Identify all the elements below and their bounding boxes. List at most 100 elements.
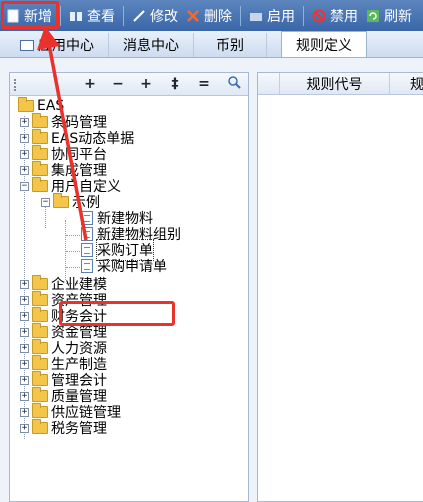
expand-icon[interactable]: + [20,423,29,433]
grip-handle[interactable] [14,79,18,91]
tab-bar: 应用中心 消息中心 币别 规则定义 [0,31,423,58]
tree-node-label: 税务管理 [51,421,107,437]
refresh-button[interactable]: 刷新 [362,3,416,28]
expand-icon[interactable]: + [20,407,29,417]
enable-icon [249,8,263,23]
tab-rule-definition[interactable]: 规则定义 [281,31,367,57]
toolbar-separator [60,5,61,26]
folder-icon [32,355,48,370]
collapse-button[interactable]: − [110,75,126,93]
tree-node-label: 示例 [72,195,100,211]
equal-button[interactable]: = [196,75,212,93]
expand-icon[interactable]: + [20,165,29,175]
tab-currency[interactable]: 币别 [194,33,267,57]
expand-icon[interactable]: + [20,295,29,305]
new-button-highlight [1,1,59,29]
binoculars-icon [69,8,83,23]
folder-icon [32,403,48,418]
expand-all-icon: + [140,76,152,92]
row-number-header [258,73,280,94]
tree-node-label: 采购申请单 [97,259,167,275]
tree-toolbar: + − + ‡ = [10,73,248,96]
enable-button[interactable]: 启用 [245,3,299,28]
tab-label: 应用中心 [38,38,94,54]
toolbar-separator [303,5,304,26]
expand-icon[interactable]: + [20,343,29,353]
view-button-label: 查看 [87,8,115,25]
expand-all-button[interactable]: + [138,75,154,93]
tree-node-example[interactable]: − 示例 [41,193,100,211]
collapse-all-button[interactable]: ‡ [167,75,183,93]
folder-icon [32,371,48,386]
delete-x-icon [186,8,200,23]
folder-icon [32,387,48,402]
collapse-all-icon: ‡ [171,76,179,92]
grid-header: 规则代号 规则 [258,73,423,95]
folder-icon [32,307,48,322]
enable-button-label: 启用 [267,8,295,25]
search-icon [227,75,241,93]
tree-leaf[interactable]: 采购申请单 [81,258,167,275]
disable-button-label: 禁用 [330,8,358,25]
folder-icon [32,275,48,290]
expand-icon[interactable]: + [20,133,29,143]
tab-app-center[interactable]: 应用中心 [0,33,109,57]
expand-icon[interactable]: + [20,149,29,159]
tree-node[interactable]: + 税务管理 [20,419,107,437]
toolbar-separator [240,5,241,26]
minus-icon: − [112,76,124,92]
disable-button[interactable]: 禁用 [308,3,362,28]
expand-icon[interactable]: + [20,327,29,337]
folder-icon [32,323,48,338]
edit-button-label: 修改 [150,8,178,25]
tree-line [65,220,66,280]
main-area: + − + ‡ = EAS + 条码管理 + EAS动态单据 + 协同平台 + … [0,58,423,502]
folder-icon [32,113,48,128]
folder-open-icon [53,193,69,208]
tab-message-center[interactable]: 消息中心 [109,33,194,57]
folder-icon [32,161,48,176]
tree-line [66,267,80,268]
folder-icon [32,291,48,306]
refresh-icon [366,8,380,23]
expand-icon[interactable]: + [20,117,29,127]
folder-open-icon [32,177,48,192]
pencil-icon [132,8,146,23]
expand-icon[interactable]: + [20,391,29,401]
rule-grid: 规则代号 规则 [257,72,423,502]
document-icon [81,227,93,241]
tab-label: 币别 [216,38,244,54]
tab-label: 规则定义 [296,37,352,54]
collapse-icon[interactable]: − [20,181,29,191]
document-icon [81,243,93,257]
app-center-icon [20,39,34,51]
delete-button-label: 删除 [204,8,232,25]
tree-line [66,235,80,236]
tab-label: 消息中心 [123,38,179,54]
toolbar-separator [123,5,124,26]
folder-icon [32,145,48,160]
expand-icon[interactable]: + [20,311,29,321]
view-button[interactable]: 查看 [65,3,119,28]
purchase-order-highlight [59,301,175,326]
column-header-rule[interactable]: 规则 [390,73,423,94]
column-header-rule-code[interactable]: 规则代号 [280,73,390,94]
tree-panel: + − + ‡ = EAS + 条码管理 + EAS动态单据 + 协同平台 + … [9,72,249,502]
refresh-button-label: 刷新 [384,8,412,25]
collapse-icon[interactable]: − [41,197,50,207]
folder-icon [32,339,48,354]
folder-icon [32,419,48,434]
expand-button[interactable]: + [82,75,98,93]
tree-node-user-defined[interactable]: − 用户自定义 [20,177,121,195]
edit-button[interactable]: 修改 [128,3,182,28]
expand-icon[interactable]: + [20,375,29,385]
search-button[interactable] [226,75,242,93]
folder-icon [32,129,48,144]
tree-line [66,251,80,252]
toolbar: 新增 查看 修改 删除 启用 禁用 刷新 [0,0,423,31]
disable-icon [312,8,326,23]
document-icon [81,211,93,225]
delete-button[interactable]: 删除 [182,3,236,28]
expand-icon[interactable]: + [20,359,29,369]
expand-icon[interactable]: + [20,279,29,289]
